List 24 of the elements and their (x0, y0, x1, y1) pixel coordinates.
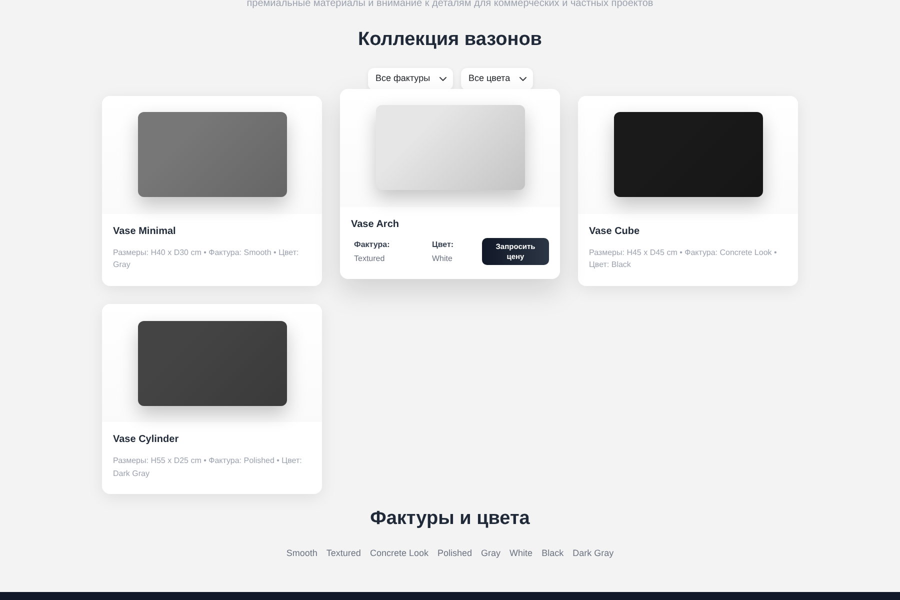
section-title: Коллекция вазонов (358, 29, 542, 52)
product-name: Vase Cylinder (113, 433, 180, 448)
product-name: Vase Arch (351, 218, 400, 232)
finish-tag: Concrete Look (370, 546, 428, 560)
finish-tag: Black (542, 546, 564, 560)
finish-tag: Dark Gray (572, 546, 614, 560)
product-details: Размеры: H55 x D25 cm • Фактура: Polished • Цвет: Dark Gray (113, 455, 303, 480)
finish-tag: Smooth (286, 546, 318, 560)
section-title: Фактуры и цвета (370, 508, 530, 531)
filter-dropdown[interactable]: Все фактуры (368, 68, 452, 90)
subtitle: премиальные материалы и внимание к деталям для коммерческих и частных проектов (246, 0, 654, 11)
finish-tag: Polished (438, 546, 472, 560)
product-name: Vase Minimal (113, 224, 177, 239)
product-details: Размеры: H45 x D45 cm • Фактура: Concrete Look • Цвет: Black (589, 246, 778, 272)
product-details: Размеры: H40 x D30 cm • Фактура: Smooth • Цвет: Gray (113, 246, 300, 272)
color-value: White (432, 252, 454, 265)
finish-tag: Textured (326, 546, 361, 560)
filter-dropdown[interactable]: Все цвета (460, 68, 532, 90)
finish-tag: White (510, 546, 533, 560)
finish-tag: Gray (481, 546, 501, 560)
texture-value: Textured (354, 252, 386, 265)
color-label: Цвет: (432, 238, 454, 251)
product-name: Vase Cube (589, 224, 641, 239)
texture-label: Фактура: (354, 238, 391, 251)
